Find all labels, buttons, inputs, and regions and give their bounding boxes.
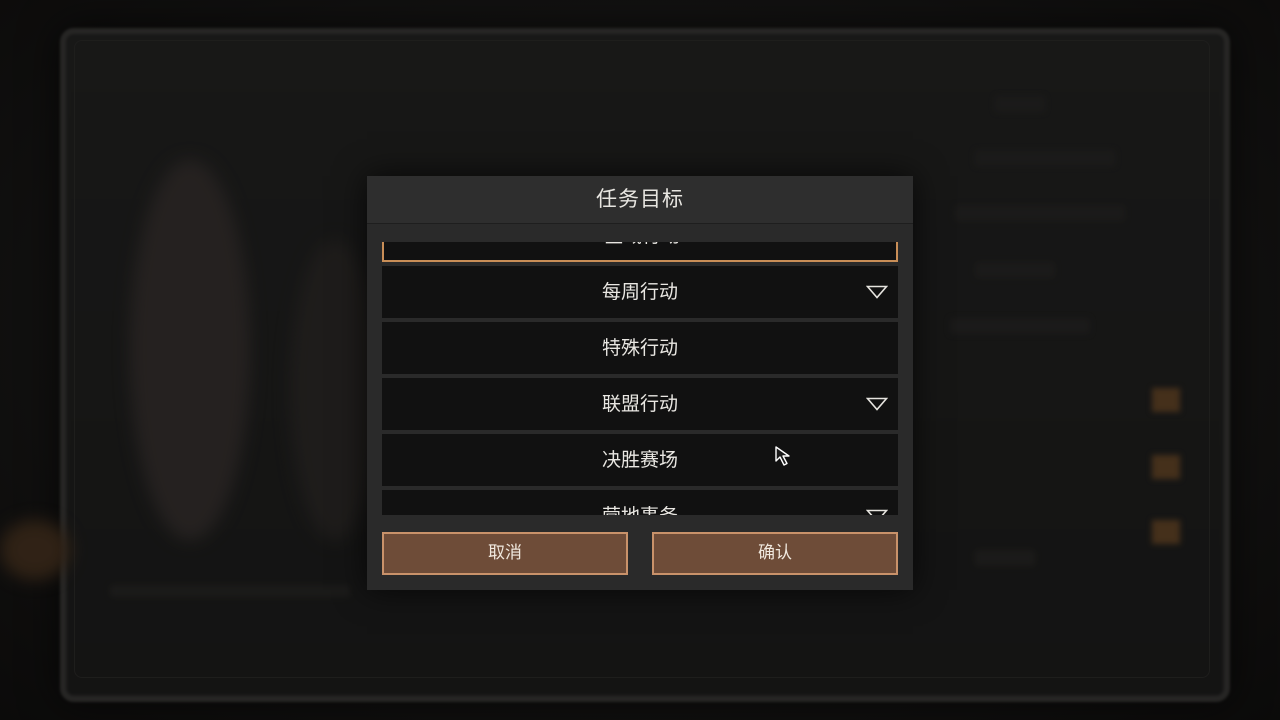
list-item-special-action[interactable]: 特殊行动 [382,322,898,374]
chevron-down-icon[interactable] [866,285,888,299]
list-item-label: 营地事务 [382,490,898,515]
goal-list: 区域行动 每周行动 特殊行动 联盟行动 [382,242,898,515]
list-item-decisive-arena[interactable]: 决胜赛场 [382,434,898,486]
chevron-down-icon[interactable] [866,509,888,515]
list-item-weekly-action[interactable]: 每周行动 [382,266,898,318]
dialog-title: 任务目标 [596,187,684,211]
cancel-button[interactable]: 取消 [382,532,628,575]
mouse-cursor-icon [775,446,790,466]
game-screen: 任务目标 区域行动 每周行动 特殊行动 [0,0,1280,720]
mission-goal-dialog: 任务目标 区域行动 每周行动 特殊行动 [367,176,913,590]
list-item-label: 每周行动 [601,281,678,303]
dialog-header: 任务目标 [367,176,913,224]
list-item-label: 联盟行动 [601,393,678,415]
list-item-label: 特殊行动 [601,337,678,359]
goal-list-viewport[interactable]: 区域行动 每周行动 特殊行动 联盟行动 [382,242,898,515]
confirm-button[interactable]: 确认 [652,532,898,575]
list-item-regional-action[interactable]: 区域行动 [382,242,898,262]
list-item-label: 决胜赛场 [601,449,678,471]
list-item-label: 区域行动 [384,242,898,262]
list-item-camp-affairs[interactable]: 营地事务 [382,490,898,515]
list-item-alliance-action[interactable]: 联盟行动 [382,378,898,430]
chevron-down-icon[interactable] [866,397,888,411]
